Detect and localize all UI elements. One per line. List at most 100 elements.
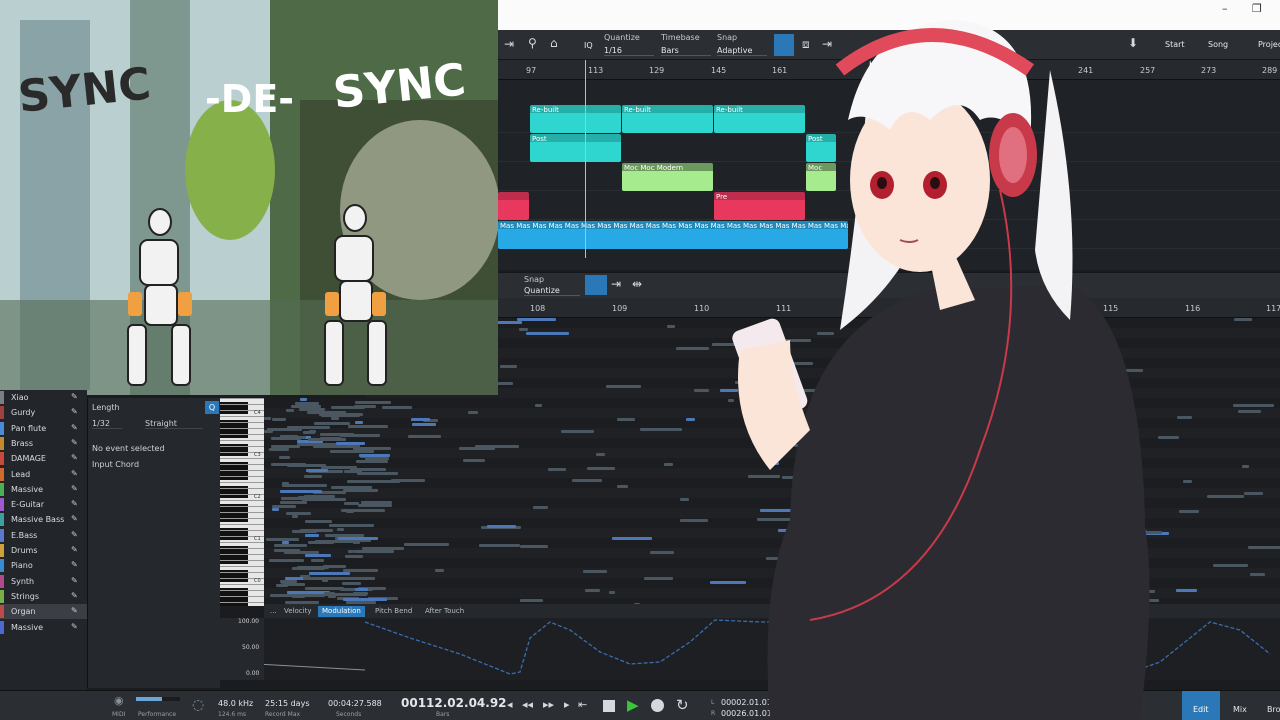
timestretch-icon[interactable]: ⇥ (504, 37, 514, 51)
midi-note[interactable] (680, 519, 708, 522)
midi-note[interactable] (609, 591, 615, 594)
track-item[interactable]: E-Guitar ✎ (0, 497, 87, 512)
midi-note[interactable] (694, 389, 709, 392)
midi-note[interactable] (356, 593, 363, 596)
midi-note[interactable] (298, 496, 315, 499)
rewind-icon[interactable]: ◂◂ (522, 698, 533, 711)
midi-note[interactable] (305, 534, 319, 537)
track-item[interactable]: Massive ✎ (0, 482, 87, 497)
straight-select[interactable]: Straight (145, 419, 203, 429)
midi-note[interactable] (535, 404, 542, 407)
midi-note[interactable] (264, 430, 273, 433)
midi-note[interactable] (304, 475, 322, 478)
midi-note[interactable] (286, 512, 311, 515)
track-item[interactable]: Synth ✎ (0, 574, 87, 589)
tab-after-touch[interactable]: After Touch (421, 606, 468, 617)
midi-note[interactable] (640, 428, 682, 431)
midi-note[interactable] (350, 468, 386, 471)
midi-note[interactable] (520, 599, 543, 602)
track-item[interactable]: Brass ✎ (0, 436, 87, 451)
midi-note[interactable] (266, 538, 299, 541)
midi-note[interactable] (279, 456, 290, 459)
midi-note[interactable] (463, 459, 485, 462)
playhead[interactable] (585, 60, 586, 270)
midi-note[interactable] (343, 489, 378, 492)
midi-note[interactable] (311, 559, 324, 562)
metronome-icon[interactable]: ◌ (192, 697, 204, 713)
midi-note[interactable] (459, 447, 495, 450)
track-item[interactable]: Massive ✎ (0, 620, 87, 635)
midi-note[interactable] (306, 469, 328, 472)
iq-button[interactable]: IQ (584, 41, 593, 50)
midi-note[interactable] (617, 485, 628, 488)
length-select[interactable]: 1/32 (92, 419, 122, 429)
editor-snap-toggle[interactable] (585, 275, 607, 295)
pencil-icon[interactable]: ✎ (71, 423, 78, 432)
pencil-icon[interactable]: ✎ (71, 499, 78, 508)
midi-note[interactable] (338, 537, 378, 540)
editor-split-icon[interactable]: ⇹ (632, 277, 642, 291)
midi-note[interactable] (305, 520, 329, 523)
clip[interactable]: Post (530, 134, 621, 162)
zoom-icon[interactable]: ⚲ (528, 36, 537, 50)
track-item[interactable]: Gurdy ✎ (0, 405, 87, 420)
black-key[interactable] (220, 450, 248, 456)
midi-note[interactable] (356, 480, 400, 483)
midi-note[interactable] (520, 545, 548, 548)
loop-icon[interactable]: ↻ (676, 696, 689, 714)
midi-note[interactable] (355, 588, 368, 591)
timebase-select[interactable]: Bars (661, 46, 711, 56)
midi-note[interactable] (526, 332, 569, 335)
midi-note[interactable] (309, 572, 350, 575)
pencil-icon[interactable]: ✎ (71, 392, 78, 401)
track-item[interactable]: E.Bass ✎ (0, 528, 87, 543)
pencil-icon[interactable]: ✎ (71, 514, 78, 523)
pencil-icon[interactable]: ✎ (71, 591, 78, 600)
midi-note[interactable] (343, 569, 378, 572)
next-marker-icon[interactable]: ▸ (564, 698, 570, 711)
midi-note[interactable] (479, 544, 520, 547)
midi-note[interactable] (342, 582, 361, 585)
midi-note[interactable] (328, 495, 335, 498)
midi-note[interactable] (344, 502, 359, 505)
pencil-icon[interactable]: ✎ (71, 576, 78, 585)
pencil-icon[interactable]: ✎ (71, 438, 78, 447)
midi-note[interactable] (355, 401, 391, 404)
midi-note[interactable] (286, 409, 294, 412)
midi-note[interactable] (572, 479, 602, 482)
black-key[interactable] (220, 558, 248, 564)
midi-note[interactable] (561, 430, 594, 433)
pencil-icon[interactable]: ✎ (71, 469, 78, 478)
black-key[interactable] (220, 408, 248, 414)
midi-note[interactable] (328, 595, 336, 598)
track-item[interactable]: DAMAGE ✎ (0, 451, 87, 466)
midi-note[interactable] (664, 463, 673, 466)
midi-note[interactable] (303, 577, 332, 580)
midi-note[interactable] (305, 594, 315, 597)
editor-snap-cursor-icon[interactable]: ⇥ (611, 277, 621, 291)
midi-note[interactable] (292, 530, 317, 533)
clip[interactable] (498, 192, 529, 220)
midi-note[interactable] (517, 318, 556, 321)
midi-note[interactable] (300, 398, 307, 401)
midi-note[interactable] (303, 431, 315, 434)
midi-note[interactable] (404, 543, 449, 546)
tab-pitch-bend[interactable]: Pitch Bend (371, 606, 416, 617)
track-item[interactable]: Xiao ✎ (0, 390, 87, 405)
midi-note[interactable] (271, 437, 301, 440)
track-item[interactable]: Lead ✎ (0, 467, 87, 482)
quantize-select[interactable]: 1/16 (604, 46, 654, 56)
midi-note[interactable] (358, 504, 392, 507)
play-icon[interactable]: ▶ (627, 696, 639, 714)
midi-note[interactable] (667, 325, 675, 328)
track-item[interactable]: Massive Bass ✎ (0, 512, 87, 527)
midi-note[interactable] (324, 592, 335, 595)
midi-note[interactable] (320, 433, 354, 436)
clip[interactable]: Re-built (622, 105, 713, 133)
midi-note[interactable] (343, 598, 387, 601)
midi-note[interactable] (314, 422, 350, 425)
midi-note[interactable] (292, 515, 298, 518)
midi-note[interactable] (308, 438, 346, 441)
fast-forward-icon[interactable]: ▸▸ (543, 698, 554, 711)
midi-note[interactable] (349, 540, 358, 543)
